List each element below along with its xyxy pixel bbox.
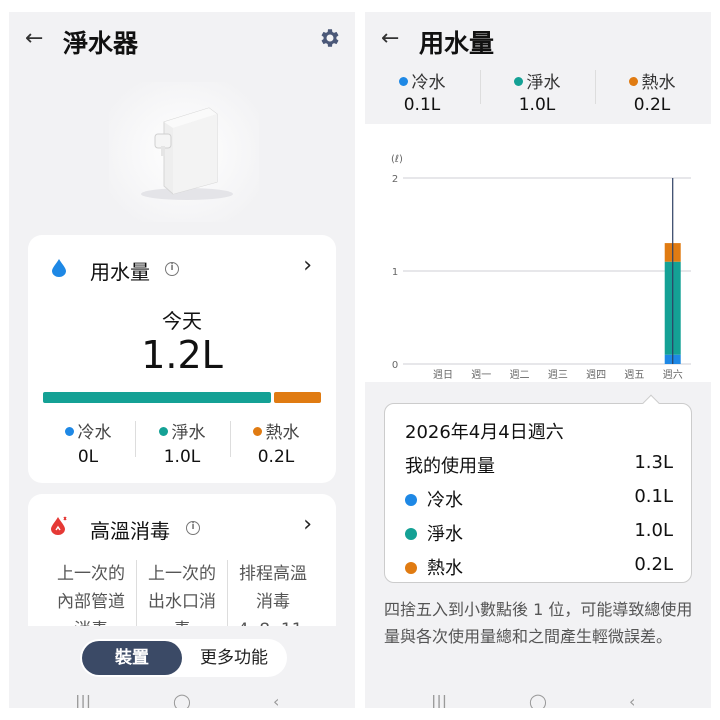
sterilize-drop-icon — [51, 516, 67, 535]
summary-purified: 淨水 1.0L — [487, 68, 587, 115]
divider — [595, 70, 596, 104]
back-nav-icon[interactable]: ‹ — [273, 694, 279, 709]
x-tick-label: 週四 — [586, 369, 606, 381]
summary-value: 1.0L — [518, 95, 556, 115]
summary-label: 熱水 — [641, 73, 676, 93]
hot-dot-icon — [405, 562, 417, 574]
tooltip-row-label: 熱水 — [427, 558, 463, 579]
stat-value: 1.0L — [163, 447, 201, 467]
home-icon[interactable]: ◯ — [173, 694, 191, 709]
stat-purified: 淨水 1.0L — [132, 418, 232, 467]
tooltip-row-value: 0.1L — [634, 486, 673, 507]
chevron-right-icon[interactable]: › — [303, 253, 312, 278]
page-title: 用水量 — [419, 29, 495, 58]
summary-label: 淨水 — [526, 73, 561, 93]
water-purifier-image — [109, 82, 259, 222]
tooltip-row-value: 0.2L — [634, 554, 673, 575]
tooltip-total-row: 我的使用量 1.3L — [405, 452, 673, 478]
y-tick-label: 1 — [392, 267, 398, 278]
column-text: 內部管道 — [57, 592, 125, 612]
system-nav-bar: ||| ◯ ‹ — [9, 694, 355, 709]
usage-tooltip: 2026年4月4日週六 我的使用量 1.3L 冷水 0.1L 淨水 1.0L 熱… — [384, 403, 692, 583]
x-tick-label: 週六 — [663, 369, 683, 381]
column-text: 排程高溫 — [239, 564, 307, 584]
summary-value: 0.2L — [633, 95, 671, 115]
tooltip-row-hot: 熱水 0.2L — [405, 554, 673, 580]
bottom-tab-switch: 裝置 更多功能 — [80, 639, 287, 677]
stat-cold: 冷水 0L — [38, 418, 138, 467]
tooltip-row-label: 冷水 — [427, 490, 463, 511]
column-text: 上一次的 — [57, 564, 125, 584]
page-title: 淨水器 — [63, 29, 139, 58]
stat-label: 冷水 — [77, 423, 112, 443]
x-tick-label: 週日 — [433, 369, 453, 381]
recents-icon[interactable]: ||| — [75, 694, 91, 709]
purified-dot-icon — [513, 77, 523, 86]
hot-dot-icon — [628, 77, 638, 86]
tab-more-features[interactable]: 更多功能 — [184, 641, 284, 675]
home-icon[interactable]: ◯ — [529, 694, 547, 709]
summary-cold: 冷水 0.1L — [372, 68, 472, 115]
summary-value: 0.1L — [403, 95, 441, 115]
summary-hot: 熱水 0.2L — [602, 68, 702, 115]
today-value: 1.2L — [141, 333, 223, 377]
x-tick-label: 週五 — [624, 369, 644, 381]
tooltip-total-label: 我的使用量 — [405, 456, 495, 477]
today-label: 今天 — [162, 309, 202, 333]
usage-summary: 冷水 0.1L 淨水 1.0L 熱水 0.2L — [365, 68, 711, 124]
usage-bar — [43, 392, 321, 403]
stat-value: 0.2L — [257, 447, 295, 467]
info-icon[interactable]: i — [186, 521, 200, 535]
card-title-sterilize: 高溫消毒 — [90, 519, 170, 543]
x-tick-label: 週二 — [510, 369, 530, 381]
cold-dot-icon — [398, 77, 408, 86]
info-icon[interactable]: i — [165, 262, 179, 276]
usage-chart-panel: (ℓ) 0 1 2 週日 週一 週二 週三 週四 週五 週六 — [365, 124, 711, 382]
column-text: 消毒 — [256, 592, 290, 612]
x-tick-label: 週三 — [548, 369, 568, 381]
usage-screen: ← 用水量 冷水 0.1L 淨水 1.0L 熱水 0.2L (ℓ) 0 1 2 週日 週一… — [365, 12, 711, 708]
system-nav-bar: ||| ◯ ‹ — [365, 694, 711, 709]
hot-dot-icon — [252, 427, 262, 436]
usage-bar-hot — [274, 392, 321, 403]
x-tick-label: 週一 — [471, 369, 491, 381]
card-title-usage: 用水量 — [90, 260, 150, 284]
arrow-left-icon[interactable]: ← — [25, 26, 43, 51]
chevron-right-icon[interactable]: › — [303, 512, 312, 537]
purified-dot-icon — [158, 427, 168, 436]
tooltip-row-label: 淨水 — [427, 524, 463, 545]
tooltip-row-cold: 冷水 0.1L — [405, 486, 673, 512]
tooltip-total-value: 1.3L — [634, 452, 673, 473]
stat-hot: 熱水 0.2L — [226, 418, 326, 467]
tooltip-row-value: 1.0L — [634, 520, 673, 541]
purified-dot-icon — [405, 528, 417, 540]
stat-value: 0L — [77, 447, 99, 467]
stat-label: 淨水 — [171, 423, 206, 443]
y-tick-label: 0 — [392, 360, 398, 371]
water-drop-icon — [52, 259, 66, 277]
y-tick-label: 2 — [392, 174, 398, 185]
device-screen: ← 淨水器 用水量 i › 今天 1.2L 冷水 0L 淨水 1.0L 熱水 0… — [9, 12, 355, 708]
tooltip-date: 2026年4月4日週六 — [405, 422, 564, 443]
y-axis-unit-label: (ℓ) — [391, 154, 403, 165]
back-nav-icon[interactable]: ‹ — [629, 694, 635, 709]
gear-icon[interactable] — [317, 26, 341, 50]
tooltip-row-purified: 淨水 1.0L — [405, 520, 673, 546]
divider — [480, 70, 481, 104]
column-text: 上一次的 — [148, 564, 216, 584]
summary-label: 冷水 — [411, 73, 446, 93]
tab-device[interactable]: 裝置 — [82, 641, 182, 675]
cold-dot-icon — [405, 494, 417, 506]
usage-chart[interactable]: (ℓ) 0 1 2 週日 週一 週二 週三 週四 週五 週六 — [365, 124, 711, 382]
header: ← 用水量 — [365, 12, 711, 68]
usage-bar-purified — [43, 392, 272, 403]
column-text: 出水口消 — [148, 592, 216, 612]
arrow-left-icon[interactable]: ← — [381, 26, 399, 51]
cold-dot-icon — [64, 427, 74, 436]
header: ← 淨水器 — [9, 12, 355, 68]
recents-icon[interactable]: ||| — [431, 694, 447, 709]
rounding-note: 四捨五入到小數點後 1 位，可能導致總使用量與各次使用量總和之間產生輕微誤差。 — [384, 600, 693, 646]
stat-label: 熱水 — [265, 423, 300, 443]
water-usage-card[interactable]: 用水量 i › 今天 1.2L 冷水 0L 淨水 1.0L 熱水 0.2L — [28, 235, 336, 483]
